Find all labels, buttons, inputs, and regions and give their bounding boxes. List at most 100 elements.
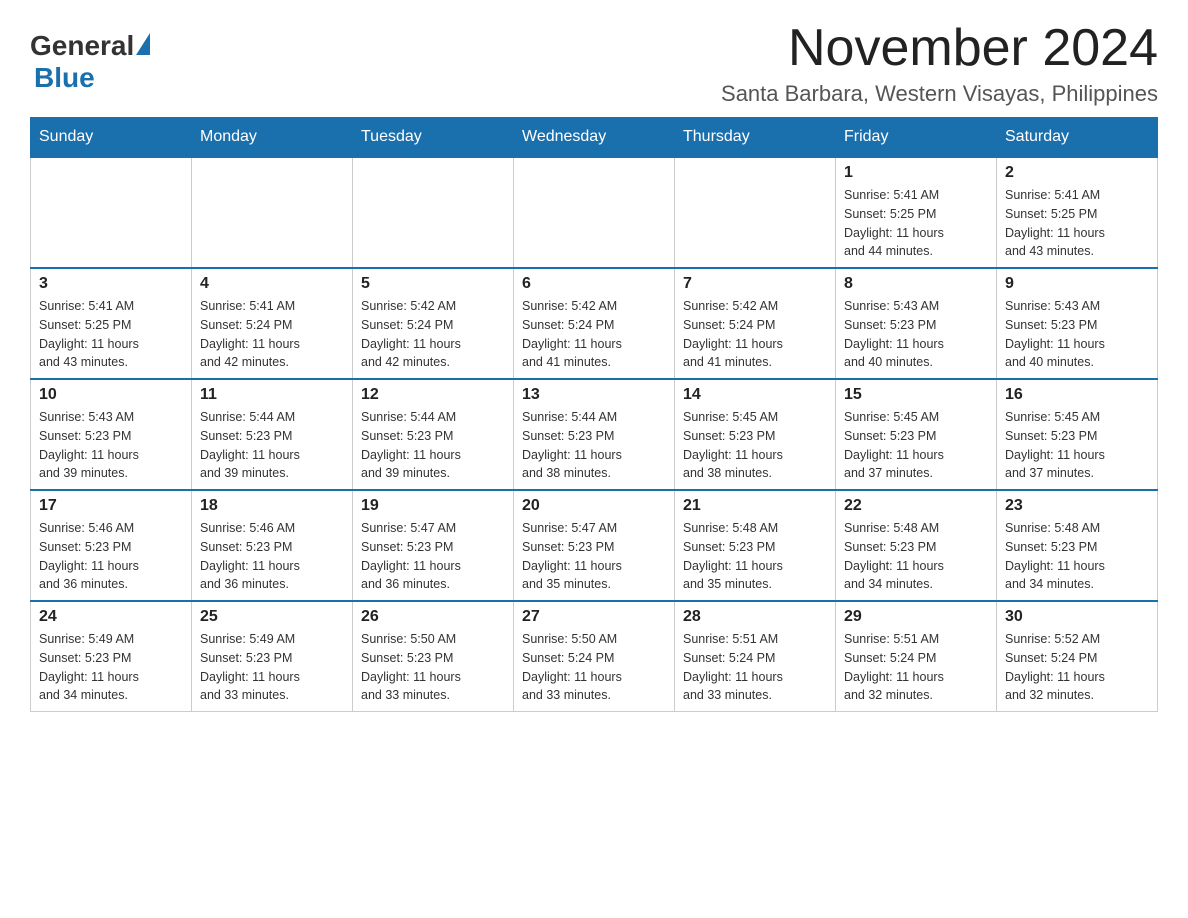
- day-number: 5: [361, 275, 505, 293]
- calendar-header-thursday: Thursday: [675, 118, 836, 158]
- day-number: 15: [844, 386, 988, 404]
- day-number: 7: [683, 275, 827, 293]
- day-info: Sunrise: 5:50 AM Sunset: 5:24 PM Dayligh…: [522, 630, 666, 705]
- calendar-header-row: SundayMondayTuesdayWednesdayThursdayFrid…: [31, 118, 1158, 158]
- day-number: 28: [683, 608, 827, 626]
- day-number: 27: [522, 608, 666, 626]
- logo-triangle-icon: [136, 33, 150, 55]
- calendar-cell: 11 Sunrise: 5:44 AM Sunset: 5:23 PM Dayli…: [192, 379, 353, 490]
- day-number: 1: [844, 164, 988, 182]
- day-number: 30: [1005, 608, 1149, 626]
- day-info: Sunrise: 5:48 AM Sunset: 5:23 PM Dayligh…: [1005, 519, 1149, 594]
- day-number: 24: [39, 608, 183, 626]
- day-info: Sunrise: 5:43 AM Sunset: 5:23 PM Dayligh…: [844, 297, 988, 372]
- day-info: Sunrise: 5:41 AM Sunset: 5:25 PM Dayligh…: [844, 186, 988, 261]
- day-info: Sunrise: 5:48 AM Sunset: 5:23 PM Dayligh…: [683, 519, 827, 594]
- calendar-cell: 30 Sunrise: 5:52 AM Sunset: 5:24 PM Dayli…: [997, 601, 1158, 712]
- day-info: Sunrise: 5:44 AM Sunset: 5:23 PM Dayligh…: [200, 408, 344, 483]
- calendar-cell: 29 Sunrise: 5:51 AM Sunset: 5:24 PM Dayli…: [836, 601, 997, 712]
- day-number: 4: [200, 275, 344, 293]
- calendar-cell: 21 Sunrise: 5:48 AM Sunset: 5:23 PM Dayli…: [675, 490, 836, 601]
- day-info: Sunrise: 5:41 AM Sunset: 5:25 PM Dayligh…: [39, 297, 183, 372]
- day-info: Sunrise: 5:47 AM Sunset: 5:23 PM Dayligh…: [522, 519, 666, 594]
- day-info: Sunrise: 5:44 AM Sunset: 5:23 PM Dayligh…: [361, 408, 505, 483]
- calendar-cell: 1 Sunrise: 5:41 AM Sunset: 5:25 PM Daylig…: [836, 157, 997, 268]
- calendar-week-row: 10 Sunrise: 5:43 AM Sunset: 5:23 PM Dayli…: [31, 379, 1158, 490]
- day-info: Sunrise: 5:43 AM Sunset: 5:23 PM Dayligh…: [39, 408, 183, 483]
- day-number: 16: [1005, 386, 1149, 404]
- calendar-cell: 15 Sunrise: 5:45 AM Sunset: 5:23 PM Dayli…: [836, 379, 997, 490]
- day-info: Sunrise: 5:45 AM Sunset: 5:23 PM Dayligh…: [1005, 408, 1149, 483]
- day-number: 6: [522, 275, 666, 293]
- day-number: 22: [844, 497, 988, 515]
- day-info: Sunrise: 5:42 AM Sunset: 5:24 PM Dayligh…: [361, 297, 505, 372]
- calendar-cell: 3 Sunrise: 5:41 AM Sunset: 5:25 PM Daylig…: [31, 268, 192, 379]
- calendar-week-row: 3 Sunrise: 5:41 AM Sunset: 5:25 PM Daylig…: [31, 268, 1158, 379]
- day-info: Sunrise: 5:43 AM Sunset: 5:23 PM Dayligh…: [1005, 297, 1149, 372]
- calendar-cell: 12 Sunrise: 5:44 AM Sunset: 5:23 PM Dayli…: [353, 379, 514, 490]
- calendar-week-row: 1 Sunrise: 5:41 AM Sunset: 5:25 PM Daylig…: [31, 157, 1158, 268]
- calendar-cell: 27 Sunrise: 5:50 AM Sunset: 5:24 PM Dayli…: [514, 601, 675, 712]
- calendar-header-tuesday: Tuesday: [353, 118, 514, 158]
- calendar-cell: 28Sunrise: 5:51 AM Sunset: 5:24 PM Dayli…: [675, 601, 836, 712]
- logo-general-text: General: [30, 30, 134, 62]
- calendar-cell: 22 Sunrise: 5:48 AM Sunset: 5:23 PM Dayli…: [836, 490, 997, 601]
- calendar-header-monday: Monday: [192, 118, 353, 158]
- calendar-cell: 6 Sunrise: 5:42 AM Sunset: 5:24 PM Daylig…: [514, 268, 675, 379]
- day-info: Sunrise: 5:41 AM Sunset: 5:25 PM Dayligh…: [1005, 186, 1149, 261]
- calendar-cell: 7 Sunrise: 5:42 AM Sunset: 5:24 PM Daylig…: [675, 268, 836, 379]
- calendar-cell: 14Sunrise: 5:45 AM Sunset: 5:23 PM Dayli…: [675, 379, 836, 490]
- calendar-cell: 23 Sunrise: 5:48 AM Sunset: 5:23 PM Dayli…: [997, 490, 1158, 601]
- calendar-cell: 10 Sunrise: 5:43 AM Sunset: 5:23 PM Dayli…: [31, 379, 192, 490]
- day-info: Sunrise: 5:42 AM Sunset: 5:24 PM Dayligh…: [522, 297, 666, 372]
- day-number: 23: [1005, 497, 1149, 515]
- calendar-cell: [31, 157, 192, 268]
- calendar-week-row: 24Sunrise: 5:49 AM Sunset: 5:23 PM Dayli…: [31, 601, 1158, 712]
- logo-blue-text: Blue: [34, 62, 150, 94]
- day-number: 20: [522, 497, 666, 515]
- day-number: 8: [844, 275, 988, 293]
- calendar-cell: 16 Sunrise: 5:45 AM Sunset: 5:23 PM Dayli…: [997, 379, 1158, 490]
- calendar-header-sunday: Sunday: [31, 118, 192, 158]
- calendar-cell: 17Sunrise: 5:46 AM Sunset: 5:23 PM Dayli…: [31, 490, 192, 601]
- day-number: 12: [361, 386, 505, 404]
- calendar-week-row: 17Sunrise: 5:46 AM Sunset: 5:23 PM Dayli…: [31, 490, 1158, 601]
- calendar-cell: 9 Sunrise: 5:43 AM Sunset: 5:23 PM Daylig…: [997, 268, 1158, 379]
- day-number: 29: [844, 608, 988, 626]
- calendar-cell: 18Sunrise: 5:46 AM Sunset: 5:23 PM Dayli…: [192, 490, 353, 601]
- calendar-cell: 4 Sunrise: 5:41 AM Sunset: 5:24 PM Daylig…: [192, 268, 353, 379]
- day-info: Sunrise: 5:51 AM Sunset: 5:24 PM Dayligh…: [844, 630, 988, 705]
- calendar-cell: [675, 157, 836, 268]
- day-number: 11: [200, 386, 344, 404]
- day-info: Sunrise: 5:50 AM Sunset: 5:23 PM Dayligh…: [361, 630, 505, 705]
- page-header: General Blue November 2024 Santa Barbara…: [30, 20, 1158, 107]
- day-number: 9: [1005, 275, 1149, 293]
- calendar-table: SundayMondayTuesdayWednesdayThursdayFrid…: [30, 117, 1158, 712]
- calendar-cell: 8 Sunrise: 5:43 AM Sunset: 5:23 PM Daylig…: [836, 268, 997, 379]
- day-info: Sunrise: 5:45 AM Sunset: 5:23 PM Dayligh…: [683, 408, 827, 483]
- calendar-cell: [353, 157, 514, 268]
- day-info: Sunrise: 5:47 AM Sunset: 5:23 PM Dayligh…: [361, 519, 505, 594]
- day-number: 3: [39, 275, 183, 293]
- day-info: Sunrise: 5:48 AM Sunset: 5:23 PM Dayligh…: [844, 519, 988, 594]
- calendar-cell: 25Sunrise: 5:49 AM Sunset: 5:23 PM Dayli…: [192, 601, 353, 712]
- calendar-header-wednesday: Wednesday: [514, 118, 675, 158]
- logo: General Blue: [30, 30, 150, 94]
- day-info: Sunrise: 5:45 AM Sunset: 5:23 PM Dayligh…: [844, 408, 988, 483]
- page-title: November 2024: [721, 20, 1158, 77]
- day-info: Sunrise: 5:41 AM Sunset: 5:24 PM Dayligh…: [200, 297, 344, 372]
- day-info: Sunrise: 5:42 AM Sunset: 5:24 PM Dayligh…: [683, 297, 827, 372]
- day-number: 25: [200, 608, 344, 626]
- day-info: Sunrise: 5:52 AM Sunset: 5:24 PM Dayligh…: [1005, 630, 1149, 705]
- day-info: Sunrise: 5:46 AM Sunset: 5:23 PM Dayligh…: [39, 519, 183, 594]
- calendar-cell: 24Sunrise: 5:49 AM Sunset: 5:23 PM Dayli…: [31, 601, 192, 712]
- day-number: 21: [683, 497, 827, 515]
- day-number: 26: [361, 608, 505, 626]
- calendar-header-friday: Friday: [836, 118, 997, 158]
- day-info: Sunrise: 5:46 AM Sunset: 5:23 PM Dayligh…: [200, 519, 344, 594]
- calendar-cell: 26 Sunrise: 5:50 AM Sunset: 5:23 PM Dayli…: [353, 601, 514, 712]
- logo-text-block: General Blue: [30, 30, 150, 94]
- calendar-header-saturday: Saturday: [997, 118, 1158, 158]
- day-number: 10: [39, 386, 183, 404]
- calendar-cell: [514, 157, 675, 268]
